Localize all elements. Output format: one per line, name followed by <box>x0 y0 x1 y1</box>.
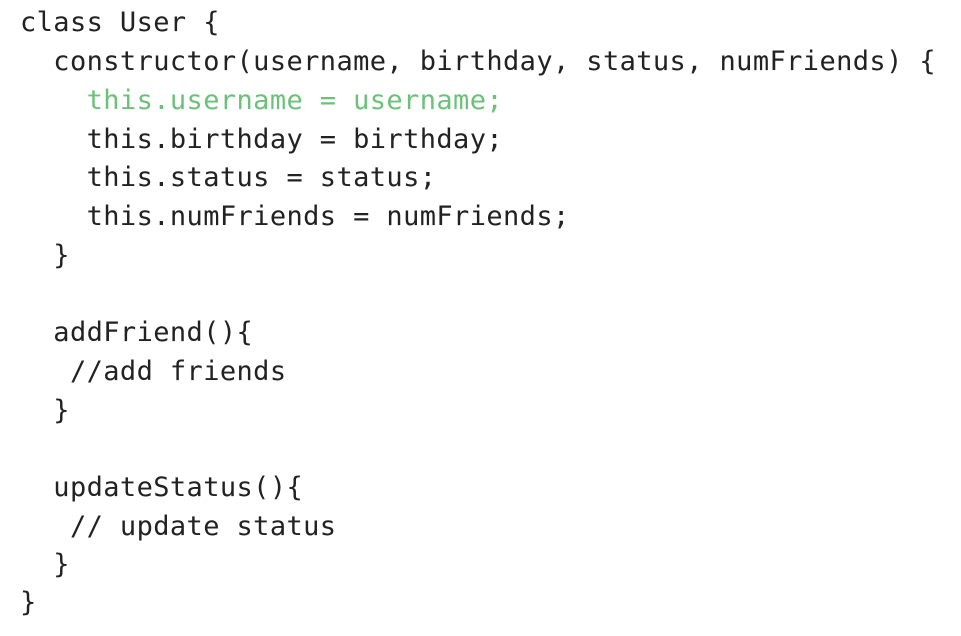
code-line-5: this.status = status; <box>20 162 437 193</box>
code-line-14: // update status <box>20 511 337 542</box>
code-line-6: this.numFriends = numFriends; <box>20 201 570 232</box>
code-line-1: class User { <box>20 7 220 38</box>
code-line-10: //add friends <box>20 356 287 387</box>
code-line-7: } <box>20 240 70 271</box>
code-line-13: updateStatus(){ <box>20 472 304 503</box>
code-line-16: } <box>20 587 37 618</box>
code-line-4: this.birthday = birthday; <box>20 124 504 155</box>
code-line-11: } <box>20 395 70 426</box>
code-line-15: } <box>20 549 70 580</box>
code-view: class User { constructor(username, birth… <box>20 4 950 629</box>
code-line-3-highlighted: this.username = username; <box>20 85 504 116</box>
code-line-2: constructor(username, birthday, status, … <box>20 46 937 77</box>
code-line-9: addFriend(){ <box>20 317 254 348</box>
